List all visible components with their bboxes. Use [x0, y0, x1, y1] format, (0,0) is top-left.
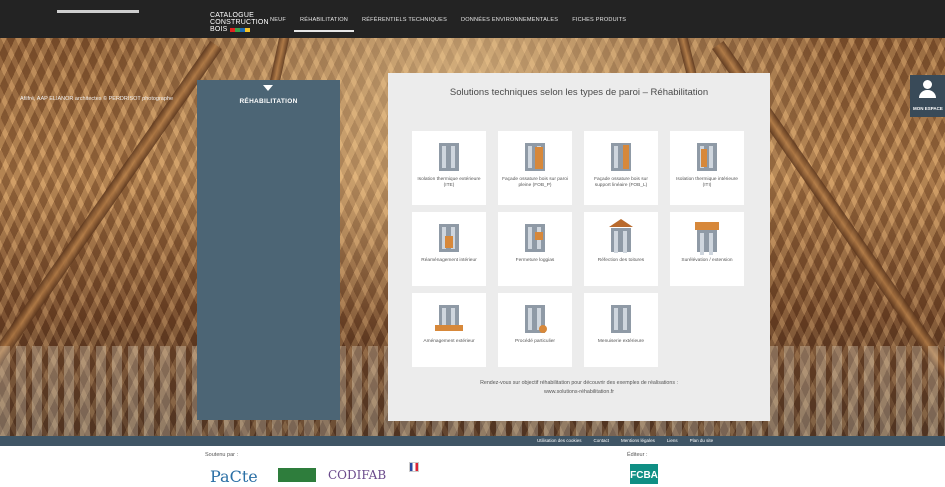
special-process-icon: [521, 303, 549, 335]
tile-label: Réfection des toitures: [597, 258, 645, 263]
card-heading: Solutions techniques selon les types de …: [449, 87, 709, 98]
nav-neuf[interactable]: NEUF: [270, 17, 286, 23]
tile-label: Procédé particulier: [515, 339, 555, 344]
tile-label: Menuiserie extérieure: [597, 339, 645, 344]
interior-insulation-icon: [693, 141, 721, 173]
footer-links: Utilisation des cookies Contact Mentions…: [537, 438, 713, 443]
tile-fob-p[interactable]: Façade ossature bois sur paroi pleine (F…: [498, 131, 572, 205]
editor-label: Éditeur :: [627, 452, 648, 458]
footer-link-liens[interactable]: Liens: [667, 438, 678, 443]
partner-logo-codifab[interactable]: CODIFAB: [328, 468, 386, 482]
logo-line-3: BOIS: [210, 26, 269, 33]
footer-link-plan[interactable]: Plan du site: [690, 438, 714, 443]
window-joinery-icon: [607, 303, 635, 335]
tile-label: Fermeture loggias: [515, 258, 555, 263]
facade-linear-icon: [607, 141, 635, 173]
footer-link-mentions[interactable]: Mentions légales: [621, 438, 655, 443]
footer-link-cookies[interactable]: Utilisation des cookies: [537, 438, 582, 443]
footer-bar: Utilisation des cookies Contact Mentions…: [0, 436, 945, 446]
card-footer-text: Rendez-vous sur objectif réhabilitation …: [480, 380, 678, 386]
section-sidebar: RÉHABILITATION: [197, 80, 340, 420]
tile-label: Isolation thermique intérieure (ITI): [676, 177, 738, 188]
extension-icon: [693, 222, 721, 255]
logo-line-2: CONSTRUCTION: [210, 19, 269, 26]
tile-label: Façade ossature bois sur paroi pleine (F…: [502, 177, 568, 188]
tile-label: Façade ossature bois sur support linéair…: [594, 177, 648, 188]
tile-menuiserie[interactable]: Menuiserie extérieure: [584, 293, 658, 367]
wall-panel-icon: [435, 141, 463, 173]
tile-fob-l[interactable]: Façade ossature bois sur support linéair…: [584, 131, 658, 205]
photo-credit: Afilfré, AAP ELIANOR architectes © PERDR…: [20, 96, 174, 102]
tile-loggias[interactable]: Fermeture loggias: [498, 212, 572, 286]
exterior-deck-icon: [435, 303, 463, 335]
tile-amenagement-exterieur[interactable]: Aménagement extérieur: [412, 293, 486, 367]
user-icon-body: [919, 90, 936, 98]
tile-label: Surélévation / extension: [681, 258, 733, 263]
solutions-card: Solutions techniques selon les types de …: [388, 73, 770, 421]
editor-logo-fcba[interactable]: FCBA: [630, 464, 658, 484]
main-menu: NEUF RÉHABILITATION RÉFÉRENTIELS TECHNIQ…: [270, 17, 626, 32]
profile-label: MON ESPACE: [913, 106, 943, 111]
loggia-icon: [521, 222, 549, 254]
partner-logo-green[interactable]: [278, 468, 316, 482]
sidebar-title: RÉHABILITATION: [239, 98, 298, 105]
footer-link-contact[interactable]: Contact: [594, 438, 610, 443]
partner-logo-pacte[interactable]: PaCte: [210, 467, 258, 486]
tile-iti[interactable]: Isolation thermique intérieure (ITI): [670, 131, 744, 205]
nav-donnees-environnementales[interactable]: DONNÉES ENVIRONNEMENTALES: [461, 17, 558, 23]
facade-frame-icon: [521, 141, 549, 173]
tile-reamenagement[interactable]: Réaménagement intérieur: [412, 212, 486, 286]
nav-referentiels-techniques[interactable]: RÉFÉRENTIELS TECHNIQUES: [362, 17, 447, 23]
nav-rehabilitation[interactable]: RÉHABILITATION: [294, 17, 354, 32]
mon-espace-button[interactable]: MON ESPACE: [910, 75, 945, 117]
tile-procede-particulier[interactable]: Procédé particulier: [498, 293, 572, 367]
tile-label: Aménagement extérieur: [423, 339, 475, 344]
republique-francaise-logo: [409, 462, 419, 472]
logo-line-1: CATALOGUE: [210, 12, 254, 19]
tile-toitures[interactable]: Réfection des toitures: [584, 212, 658, 286]
supported-by-label: Soutenu par :: [205, 452, 239, 458]
nav-fiches-produits[interactable]: FICHES PRODUITS: [572, 17, 626, 23]
interior-layout-icon: [435, 222, 463, 254]
logo-word-bois: BOIS: [210, 26, 228, 33]
site-brand-strip[interactable]: [57, 10, 139, 13]
caret-down-icon[interactable]: [263, 85, 273, 91]
tile-label: Réaménagement intérieur: [421, 258, 477, 263]
catalogue-logo[interactable]: CATALOGUE CONSTRUCTION BOIS: [210, 12, 269, 33]
tile-ite[interactable]: Isolation thermique extérieure (ITE): [412, 131, 486, 205]
roof-icon: [607, 219, 635, 254]
partners-section: Soutenu par : PaCte CODIFAB Éditeur : FC…: [0, 446, 945, 487]
solutions-rehabilitation-link[interactable]: www.solutions-réhabilitation.fr: [388, 388, 770, 396]
logo-color-bar: [229, 27, 250, 32]
top-navigation-bar: CATALOGUE CONSTRUCTION BOIS NEUF RÉHABIL…: [0, 0, 945, 38]
tile-label: Isolation thermique extérieure (ITE): [417, 177, 481, 188]
tile-surelevation[interactable]: Surélévation / extension: [670, 212, 744, 286]
user-icon: [923, 80, 932, 89]
